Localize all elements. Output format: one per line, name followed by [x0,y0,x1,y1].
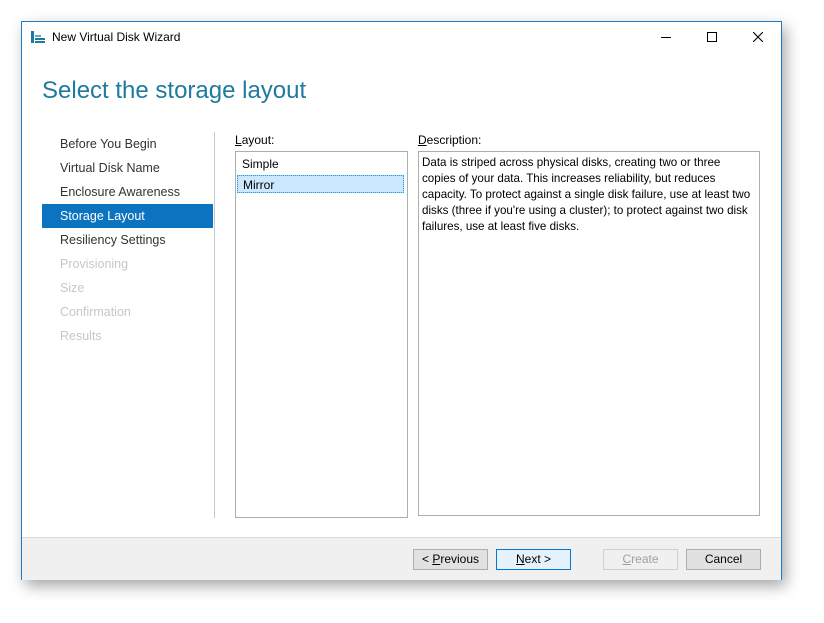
nav-step-storage-layout[interactable]: Storage Layout [42,204,213,228]
layout-label: Layout: [235,133,274,147]
wizard-footer: < Previous Next > Create Cancel [22,537,781,580]
minimize-button[interactable] [643,22,689,52]
description-box: Data is striped across physical disks, c… [418,151,760,516]
layout-label-rest: ayout: [241,133,275,147]
window-title: New Virtual Disk Wizard [52,30,181,44]
minimize-icon [661,29,671,45]
nav-step-resiliency-settings[interactable]: Resiliency Settings [42,228,213,252]
maximize-icon [707,29,717,45]
create-button-accel: C [622,552,632,566]
nav-step-results: Results [60,329,102,343]
close-icon [752,29,764,45]
description-label: Description: [418,133,481,147]
create-button: Create [603,549,678,570]
wizard-steps-nav: Before You Begin Virtual Disk Name Enclo… [42,132,213,348]
create-button-rest: reate [631,552,659,566]
nav-step-size: Size [60,281,85,295]
layout-option-simple[interactable]: Simple [237,155,404,173]
nav-step-confirmation: Confirmation [60,305,131,319]
previous-button-pre: < [421,552,433,566]
title-bar[interactable]: New Virtual Disk Wizard [22,22,781,52]
close-button[interactable] [735,22,781,52]
layout-label-accel: L [235,133,242,147]
maximize-button[interactable] [689,22,735,52]
layout-option-mirror[interactable]: Mirror [237,175,404,193]
layout-listbox[interactable]: Simple Mirror [235,151,408,518]
nav-step-provisioning: Provisioning [60,257,129,271]
nav-step-before-you-begin[interactable]: Before You Begin [42,132,213,156]
nav-step-enclosure-awareness[interactable]: Enclosure Awareness [42,180,213,204]
next-button-rest: ext > [524,552,552,566]
next-button[interactable]: Next > [496,549,571,570]
description-label-rest: escription: [426,133,482,147]
storage-app-icon [30,29,46,45]
description-label-accel: D [418,133,427,147]
next-button-accel: N [515,552,525,566]
previous-button[interactable]: < Previous [413,549,488,570]
nav-step-virtual-disk-name[interactable]: Virtual Disk Name [42,156,213,180]
page-title: Select the storage layout [42,77,307,104]
cancel-button[interactable]: Cancel [686,549,761,570]
wizard-window: New Virtual Disk Wizard Select the stora… [21,21,782,580]
previous-button-rest: revious [440,552,480,566]
nav-divider [214,132,215,518]
